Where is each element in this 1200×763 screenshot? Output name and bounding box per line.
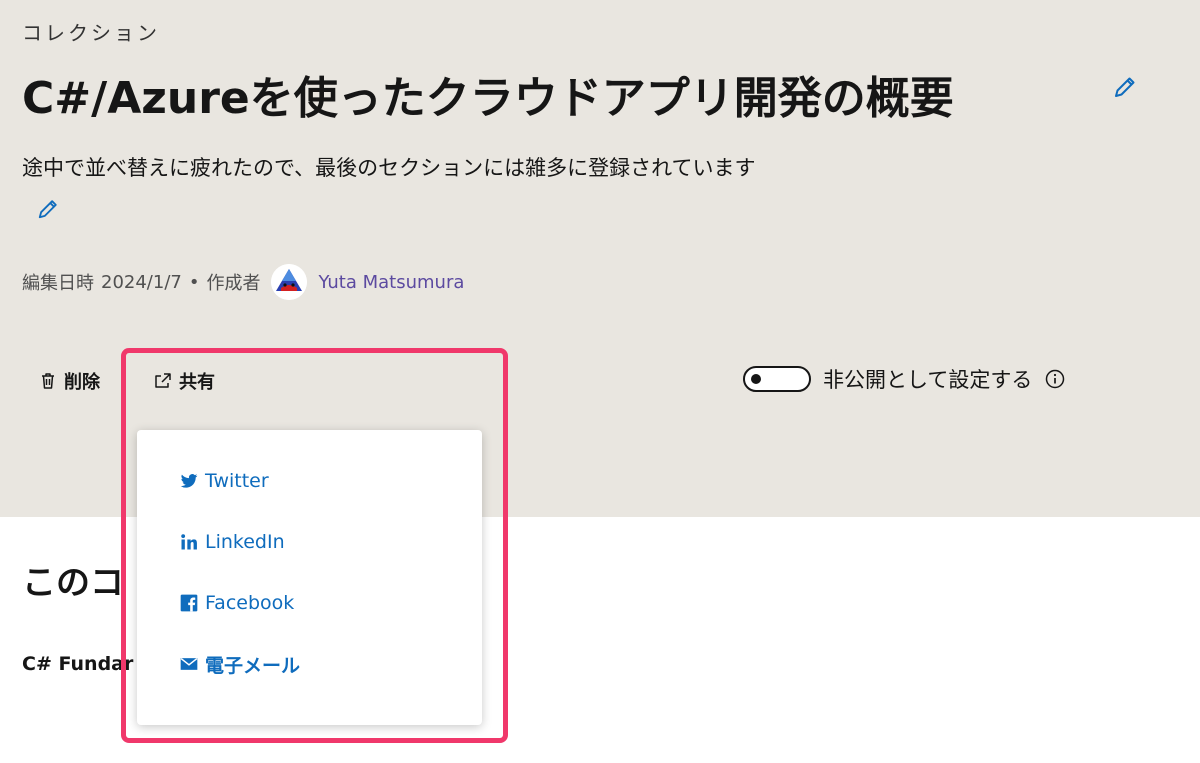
private-setting: 非公開として設定する xyxy=(743,364,1066,394)
share-label: 共有 xyxy=(179,372,215,393)
share-email[interactable]: 電子メール xyxy=(179,650,300,678)
linkedin-icon xyxy=(179,532,199,552)
twitter-icon xyxy=(179,471,199,491)
share-email-label: 電子メール xyxy=(205,654,301,677)
edited-label: 編集日時 xyxy=(22,273,94,294)
private-toggle-label: 非公開として設定する xyxy=(823,368,1033,392)
edit-description-pencil-icon[interactable] xyxy=(37,198,59,220)
collection-meta: 編集日時 2024/1/7 • 作成者 Yuta Matsumura xyxy=(22,264,464,300)
share-linkedin[interactable]: LinkedIn xyxy=(179,528,285,556)
toggle-knob xyxy=(751,374,761,384)
edit-title-pencil-icon[interactable] xyxy=(1113,75,1137,99)
share-linkedin-label: LinkedIn xyxy=(205,531,285,553)
delete-label: 削除 xyxy=(64,372,100,393)
mail-icon xyxy=(179,654,199,674)
edited-date: 2024/1/7 xyxy=(101,271,182,293)
meta-separator: • xyxy=(188,271,200,293)
share-twitter-label: Twitter xyxy=(205,470,269,492)
share-dropdown: Twitter LinkedIn Facebook 電子メール xyxy=(137,430,482,725)
private-toggle[interactable] xyxy=(743,366,811,392)
share-twitter[interactable]: Twitter xyxy=(179,467,269,495)
facebook-icon xyxy=(179,593,199,613)
page: コレクション C#/Azureを使ったクラウドアプリ開発の概要 途中で並べ替えに… xyxy=(0,0,1200,763)
page-description: 途中で並べ替えに疲れたので、最後のセクションには雑多に登録されています xyxy=(22,156,756,180)
share-icon xyxy=(153,371,173,391)
trash-icon xyxy=(38,371,58,391)
share-facebook-label: Facebook xyxy=(205,592,295,614)
author-label: 作成者 xyxy=(206,273,261,294)
share-button[interactable]: 共有 xyxy=(153,366,215,396)
module-title[interactable]: C# Fundar xyxy=(22,653,133,675)
page-eyebrow: コレクション xyxy=(22,21,160,45)
section-heading: このコ xyxy=(22,563,124,603)
page-title: C#/Azureを使ったクラウドアプリ開発の概要 xyxy=(22,73,954,124)
info-icon[interactable] xyxy=(1044,368,1066,390)
share-facebook[interactable]: Facebook xyxy=(179,589,294,617)
author-link[interactable]: Yuta Matsumura xyxy=(318,272,464,293)
author-avatar[interactable] xyxy=(271,264,308,300)
delete-button[interactable]: 削除 xyxy=(38,366,100,396)
